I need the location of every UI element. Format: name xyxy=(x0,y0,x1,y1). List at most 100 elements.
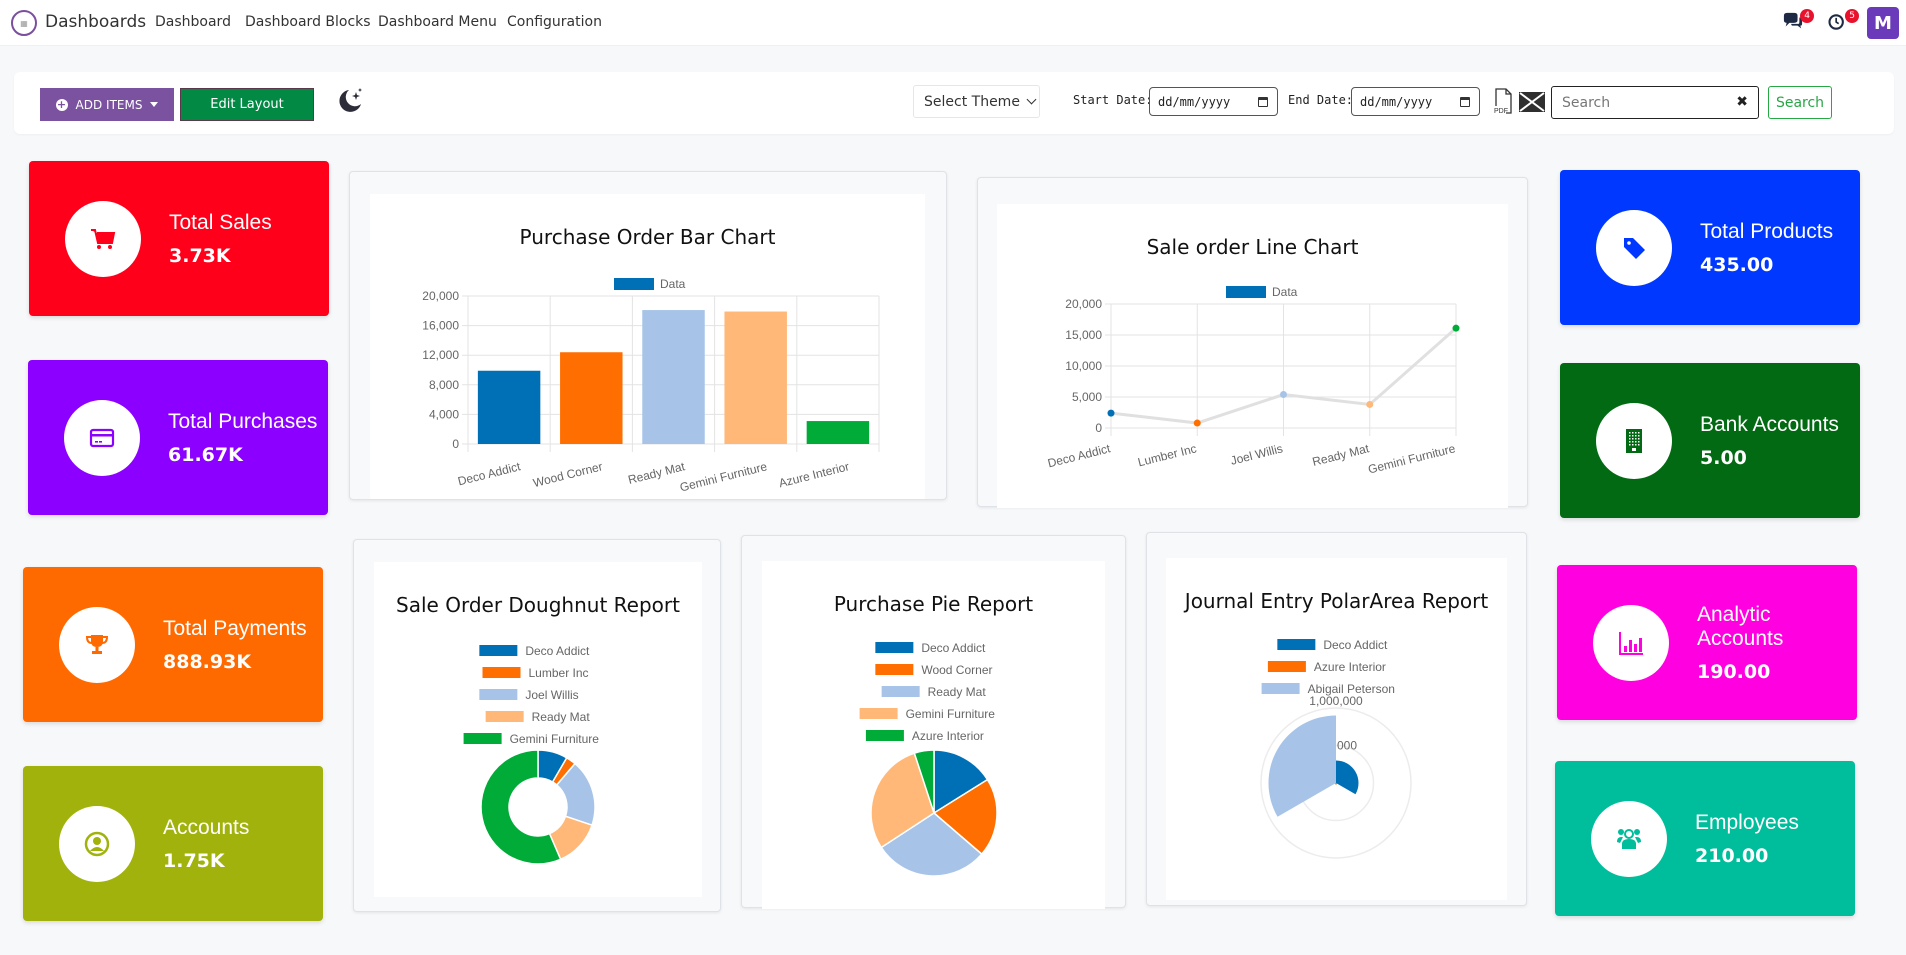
x-tick-label: Lumber Inc xyxy=(1136,441,1198,469)
bar-chart: Data 0 4,000 8,000 12,000 16,000 20,000 Deco Ad… xyxy=(422,277,880,495)
y-tick-label: 0 xyxy=(1095,421,1102,435)
kpi-icon-circle xyxy=(1596,403,1672,479)
add-items-label: ADD ITEMS xyxy=(75,97,143,112)
top-navbar: ▦ Dashboards Dashboard Dashboard Blocks … xyxy=(0,0,1906,46)
kpi-value: 190.00 xyxy=(1697,660,1771,683)
legend-swatch xyxy=(1261,683,1300,694)
kpi-card-total-purchases[interactable]: Total Purchases 61.67K xyxy=(28,360,328,515)
x-tick-label: Azure Interior xyxy=(777,459,850,490)
r-tick-label: 1,000,000 xyxy=(1309,694,1363,708)
pie-chart-panel: Purchase Pie Report Deco Addict Wood Corn… xyxy=(762,561,1105,909)
dark-mode-moon-icon[interactable] xyxy=(335,86,365,116)
start-date-label: Start Date: xyxy=(1073,93,1153,107)
bar-chart-icon xyxy=(1617,629,1645,657)
legend-swatch xyxy=(859,708,898,719)
y-tick-label: 16,000 xyxy=(422,319,459,333)
legend-swatch xyxy=(875,664,914,675)
nav-dashboard[interactable]: Dashboard xyxy=(155,14,231,30)
polar-segment xyxy=(1268,715,1336,817)
activities-badge: 5 xyxy=(1845,9,1859,23)
legend-label: Gemini Furniture xyxy=(906,707,996,721)
x-tick-label: Wood Corner xyxy=(532,459,604,490)
legend-label: Ready Mat xyxy=(928,685,987,699)
clock-icon xyxy=(1828,14,1844,30)
kpi-card-accounts[interactable]: Accounts 1.75K xyxy=(23,766,323,921)
kpi-value: 5.00 xyxy=(1700,446,1747,469)
legend-label: Data xyxy=(1272,285,1298,299)
bar xyxy=(724,311,787,444)
data-point xyxy=(1280,391,1287,399)
app-logo-icon[interactable]: ▦ xyxy=(11,10,37,36)
y-tick-label: 15,000 xyxy=(1065,328,1102,342)
data-point xyxy=(1366,400,1374,408)
legend-label: Azure Interior xyxy=(912,729,984,743)
start-date-input[interactable]: dd/mm/yyyy xyxy=(1149,87,1278,116)
kpi-value: 3.73K xyxy=(169,244,231,267)
user-avatar[interactable]: M xyxy=(1867,7,1899,39)
svg-text:PDF: PDF xyxy=(1494,108,1508,115)
nav-configuration[interactable]: Configuration xyxy=(507,14,602,30)
messages-button[interactable]: 4 xyxy=(1782,9,1814,34)
legend-swatch xyxy=(865,730,904,741)
trophy-icon xyxy=(83,631,111,659)
kpi-card-total-payments[interactable]: Total Payments 888.93K xyxy=(23,567,323,722)
nav-dashboard-menu[interactable]: Dashboard Menu xyxy=(378,14,497,30)
legend-swatch xyxy=(479,645,518,656)
legend-swatch xyxy=(479,689,518,700)
legend-label: Deco Addict xyxy=(1323,638,1388,652)
legend-swatch xyxy=(1267,661,1306,672)
x-tick-label: Ready Mat xyxy=(1311,441,1371,469)
kpi-card-total-products[interactable]: Total Products 435.00 xyxy=(1560,170,1860,325)
add-items-button[interactable]: + ADD ITEMS xyxy=(40,88,174,121)
kpi-icon-circle xyxy=(1591,801,1667,877)
messages-badge: 4 xyxy=(1800,9,1814,23)
edit-layout-button[interactable]: Edit Layout xyxy=(180,88,314,121)
user-circle-icon xyxy=(83,830,111,858)
x-tick-label: Deco Addict xyxy=(1046,441,1112,470)
doughnut-chart-card: Sale Order Doughnut Report Deco Addict Lu… xyxy=(353,539,721,912)
select-theme-dropdown[interactable]: Select Theme xyxy=(913,85,1040,118)
kpi-value: 888.93K xyxy=(163,650,252,673)
kpi-card-total-sales[interactable]: Total Sales 3.73K xyxy=(29,161,329,316)
clear-search-icon[interactable]: ✖ xyxy=(1736,94,1748,110)
x-tick-label: Gemini Furniture xyxy=(1367,441,1457,476)
legend-swatch xyxy=(881,686,920,697)
pdf-export-icon[interactable]: PDF xyxy=(1493,88,1513,116)
search-input[interactable]: Search ✖ xyxy=(1551,86,1759,119)
kpi-icon-circle xyxy=(64,400,140,476)
calendar-icon[interactable] xyxy=(1258,97,1268,107)
caret-down-icon xyxy=(150,102,159,107)
search-placeholder: Search xyxy=(1562,94,1611,111)
legend-label: Gemini Furniture xyxy=(510,732,600,746)
legend-label: Ready Mat xyxy=(532,710,591,724)
y-tick-label: 5,000 xyxy=(1072,390,1102,404)
kpi-icon-circle xyxy=(59,607,135,683)
bar xyxy=(560,352,623,444)
polar-chart-card: Journal Entry PolarArea Report Deco Addi… xyxy=(1146,532,1527,906)
kpi-card-analytic-accounts[interactable]: Analytic Accounts 190.00 xyxy=(1557,565,1857,720)
end-date-value: dd/mm/yyyy xyxy=(1360,94,1433,109)
chevron-down-icon xyxy=(1026,94,1037,105)
kpi-card-employees[interactable]: Employees 210.00 xyxy=(1555,761,1855,916)
x-tick-label: Deco Addict xyxy=(456,459,522,488)
kpi-value: 61.67K xyxy=(168,443,243,466)
email-icon[interactable] xyxy=(1519,92,1545,112)
app-name[interactable]: Dashboards xyxy=(45,12,146,32)
nav-dashboard-blocks[interactable]: Dashboard Blocks xyxy=(245,14,371,30)
end-date-input[interactable]: dd/mm/yyyy xyxy=(1351,87,1480,116)
kpi-title: Total Products xyxy=(1700,219,1834,243)
x-tick-label: Joel Willis xyxy=(1229,441,1284,467)
activities-button[interactable]: 5 xyxy=(1827,9,1859,34)
bar xyxy=(642,310,705,444)
pie-chart-card: Purchase Pie Report Deco Addict Wood Corn… xyxy=(741,535,1126,909)
bar xyxy=(806,421,870,444)
polar-area-chart: Deco AddictAzure InteriorAbigail Peterso… xyxy=(1260,638,1412,859)
calendar-icon[interactable] xyxy=(1460,97,1470,107)
legend-label: Data xyxy=(660,277,686,291)
kpi-icon-circle xyxy=(1596,210,1672,286)
search-button[interactable]: Search xyxy=(1768,86,1832,119)
select-theme-label: Select Theme xyxy=(924,93,1020,110)
kpi-title: Analytic Accounts xyxy=(1697,602,1784,650)
legend-swatch xyxy=(1226,286,1266,298)
kpi-card-bank-accounts[interactable]: Bank Accounts 5.00 xyxy=(1560,363,1860,518)
